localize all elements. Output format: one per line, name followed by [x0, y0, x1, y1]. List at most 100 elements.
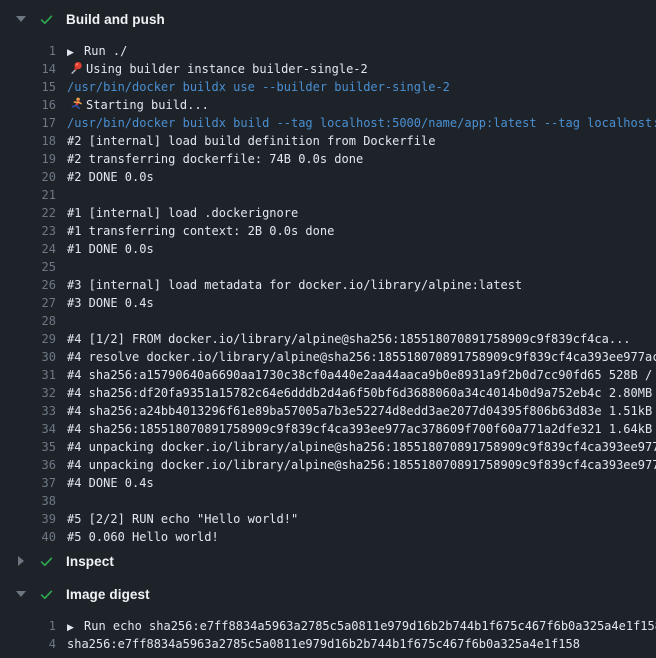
- line-number[interactable]: 4: [0, 635, 56, 653]
- log-text-content: Starting build...: [86, 98, 209, 112]
- log-text: ▶Run ./: [56, 42, 127, 60]
- line-number[interactable]: 31: [0, 366, 56, 384]
- log-line: 38: [0, 492, 656, 510]
- log-text: #4 unpacking docker.io/library/alpine@sh…: [56, 456, 656, 474]
- log-text: [56, 258, 67, 276]
- log-line: 20 #2 DONE 0.0s: [0, 168, 656, 186]
- log-line: 27#3 DONE 0.4s: [0, 294, 656, 312]
- line-number[interactable]: 39: [0, 510, 56, 528]
- log-text-content: sha256:e7ff8834a5963a2785c5a0811e979d16b…: [67, 637, 580, 651]
- log-step-inspect: Inspect: [0, 551, 656, 571]
- pushpin-icon: [67, 61, 86, 75]
- line-number[interactable]: 22: [0, 204, 56, 222]
- line-number[interactable]: 34: [0, 420, 56, 438]
- log-text-content: #4 sha256:df20fa9351a15782c64e6dddb2d4a6…: [67, 386, 656, 400]
- log-line: 4 sha256:e7ff8834a5963a2785c5a0811e979d16…: [0, 635, 656, 653]
- line-number[interactable]: 29: [0, 330, 56, 348]
- step-title: Build and push: [66, 12, 165, 27]
- line-number[interactable]: 32: [0, 384, 56, 402]
- log-line: 32 #4 sha256:df20fa9351a15782c64e6dddb2d4…: [0, 384, 656, 402]
- line-number[interactable]: 21: [0, 186, 56, 204]
- log-line: 14Using builder instance builder-single-…: [0, 60, 656, 78]
- line-number[interactable]: 1: [0, 617, 56, 635]
- log-line: 30 #4 resolve docker.io/library/alpine@sh…: [0, 348, 656, 366]
- line-number[interactable]: 37: [0, 474, 56, 492]
- log-text: #3 DONE 0.4s: [56, 294, 154, 312]
- step-header-image-digest[interactable]: Image digest: [0, 584, 656, 604]
- line-number[interactable]: 38: [0, 492, 56, 510]
- log-line: 1▶Run ./: [0, 42, 656, 60]
- line-number[interactable]: 27: [0, 294, 56, 312]
- line-number[interactable]: 33: [0, 402, 56, 420]
- log-text-content: #2 DONE 0.0s: [67, 170, 154, 184]
- line-number[interactable]: 36: [0, 456, 56, 474]
- log-line: 28: [0, 312, 656, 330]
- log-line: 23 #1 transferring context: 2B 0.0s done: [0, 222, 656, 240]
- line-number[interactable]: 16: [0, 96, 56, 114]
- step-title: Image digest: [66, 587, 150, 602]
- line-number[interactable]: 20: [0, 168, 56, 186]
- line-number[interactable]: 23: [0, 222, 56, 240]
- log-text-content: #1 transferring context: 2B 0.0s done: [67, 224, 334, 238]
- log-line: 1▶Run echo sha256:e7ff8834a5963a2785c5a0…: [0, 617, 656, 635]
- log-text-content: #4 sha256:a24bb4013296f61e89ba57005a7b3e…: [67, 404, 656, 418]
- log-text-content: Run echo sha256:e7ff8834a5963a2785c5a081…: [84, 619, 656, 633]
- chevron-right-icon[interactable]: [16, 556, 26, 566]
- line-number[interactable]: 40: [0, 528, 56, 546]
- line-number[interactable]: 17: [0, 114, 56, 132]
- log-text-content: Run ./: [84, 44, 127, 58]
- line-number[interactable]: 14: [0, 60, 56, 78]
- log-line: 37 #4 DONE 0.4s: [0, 474, 656, 492]
- step-header-inspect[interactable]: Inspect: [0, 551, 656, 571]
- workflow-log: Build and push 1▶Run ./14Using builder i…: [0, 0, 656, 658]
- log-text-content: #1 DONE 0.0s: [67, 242, 154, 256]
- line-number[interactable]: 30: [0, 348, 56, 366]
- log-line: 22#1 [internal] load .dockerignore: [0, 204, 656, 222]
- log-text: ▶Run echo sha256:e7ff8834a5963a2785c5a08…: [56, 617, 656, 635]
- chevron-down-icon[interactable]: [16, 591, 26, 597]
- log-text: #4 unpacking docker.io/library/alpine@sh…: [56, 438, 656, 456]
- log-command-text: /usr/bin/docker buildx use --builder bui…: [56, 78, 450, 96]
- log-text: [56, 312, 67, 330]
- line-number[interactable]: 25: [0, 258, 56, 276]
- log-line: 36#4 unpacking docker.io/library/alpine@…: [0, 456, 656, 474]
- log-line: 16 Starting build...: [0, 96, 656, 114]
- log-text: #5 0.060 Hello world!: [56, 528, 219, 546]
- log-text: [56, 492, 67, 510]
- line-number[interactable]: 18: [0, 132, 56, 150]
- line-number[interactable]: 1: [0, 42, 56, 60]
- line-number[interactable]: 35: [0, 438, 56, 456]
- log-step-image-digest: Image digest 1▶Run echo sha256:e7ff8834a…: [0, 584, 656, 653]
- log-text-content: #4 resolve docker.io/library/alpine@sha2…: [67, 350, 656, 364]
- log-line: 18 #2 [internal] load build definition fr…: [0, 132, 656, 150]
- line-number[interactable]: 19: [0, 150, 56, 168]
- log-text-content: /usr/bin/docker buildx use --builder bui…: [67, 80, 450, 94]
- log-text: sha256:e7ff8834a5963a2785c5a0811e979d16b…: [56, 635, 580, 653]
- log-line: 26#3 [internal] load metadata for docker…: [0, 276, 656, 294]
- log-text: #4 resolve docker.io/library/alpine@sha2…: [56, 348, 656, 366]
- log-text-content: #2 [internal] load build definition from…: [67, 134, 435, 148]
- log-line: 34 #4 sha256:185518070891758909c9f839cf4c…: [0, 420, 656, 438]
- log-text-content: /usr/bin/docker buildx build --tag local…: [67, 116, 656, 130]
- step-header-build-and-push[interactable]: Build and push: [0, 9, 656, 29]
- log-text: #4 sha256:185518070891758909c9f839cf4ca3…: [56, 420, 656, 438]
- log-line: 21: [0, 186, 656, 204]
- success-check-icon: [39, 12, 54, 27]
- step-log-lines: 1▶Run echo sha256:e7ff8834a5963a2785c5a0…: [0, 617, 656, 653]
- log-text: [56, 186, 67, 204]
- line-number[interactable]: 28: [0, 312, 56, 330]
- log-text-content: #4 sha256:185518070891758909c9f839cf4ca3…: [67, 422, 656, 436]
- log-line: 40#5 0.060 Hello world!: [0, 528, 656, 546]
- line-number[interactable]: 15: [0, 78, 56, 96]
- log-text-content: #4 DONE 0.4s: [67, 476, 154, 490]
- line-number[interactable]: 26: [0, 276, 56, 294]
- log-line: 39#5 [2/2] RUN echo "Hello world!": [0, 510, 656, 528]
- log-line: 24 #1 DONE 0.0s: [0, 240, 656, 258]
- chevron-down-icon[interactable]: [16, 16, 26, 22]
- log-line: 35#4 unpacking docker.io/library/alpine@…: [0, 438, 656, 456]
- log-text: #4 [1/2] FROM docker.io/library/alpine@s…: [56, 330, 631, 348]
- line-number[interactable]: 24: [0, 240, 56, 258]
- log-line: 19#2 transferring dockerfile: 74B 0.0s d…: [0, 150, 656, 168]
- log-text: #1 transferring context: 2B 0.0s done: [56, 222, 334, 240]
- log-text: #4 sha256:a15790640a6690aa1730c38cf0a440…: [56, 366, 656, 384]
